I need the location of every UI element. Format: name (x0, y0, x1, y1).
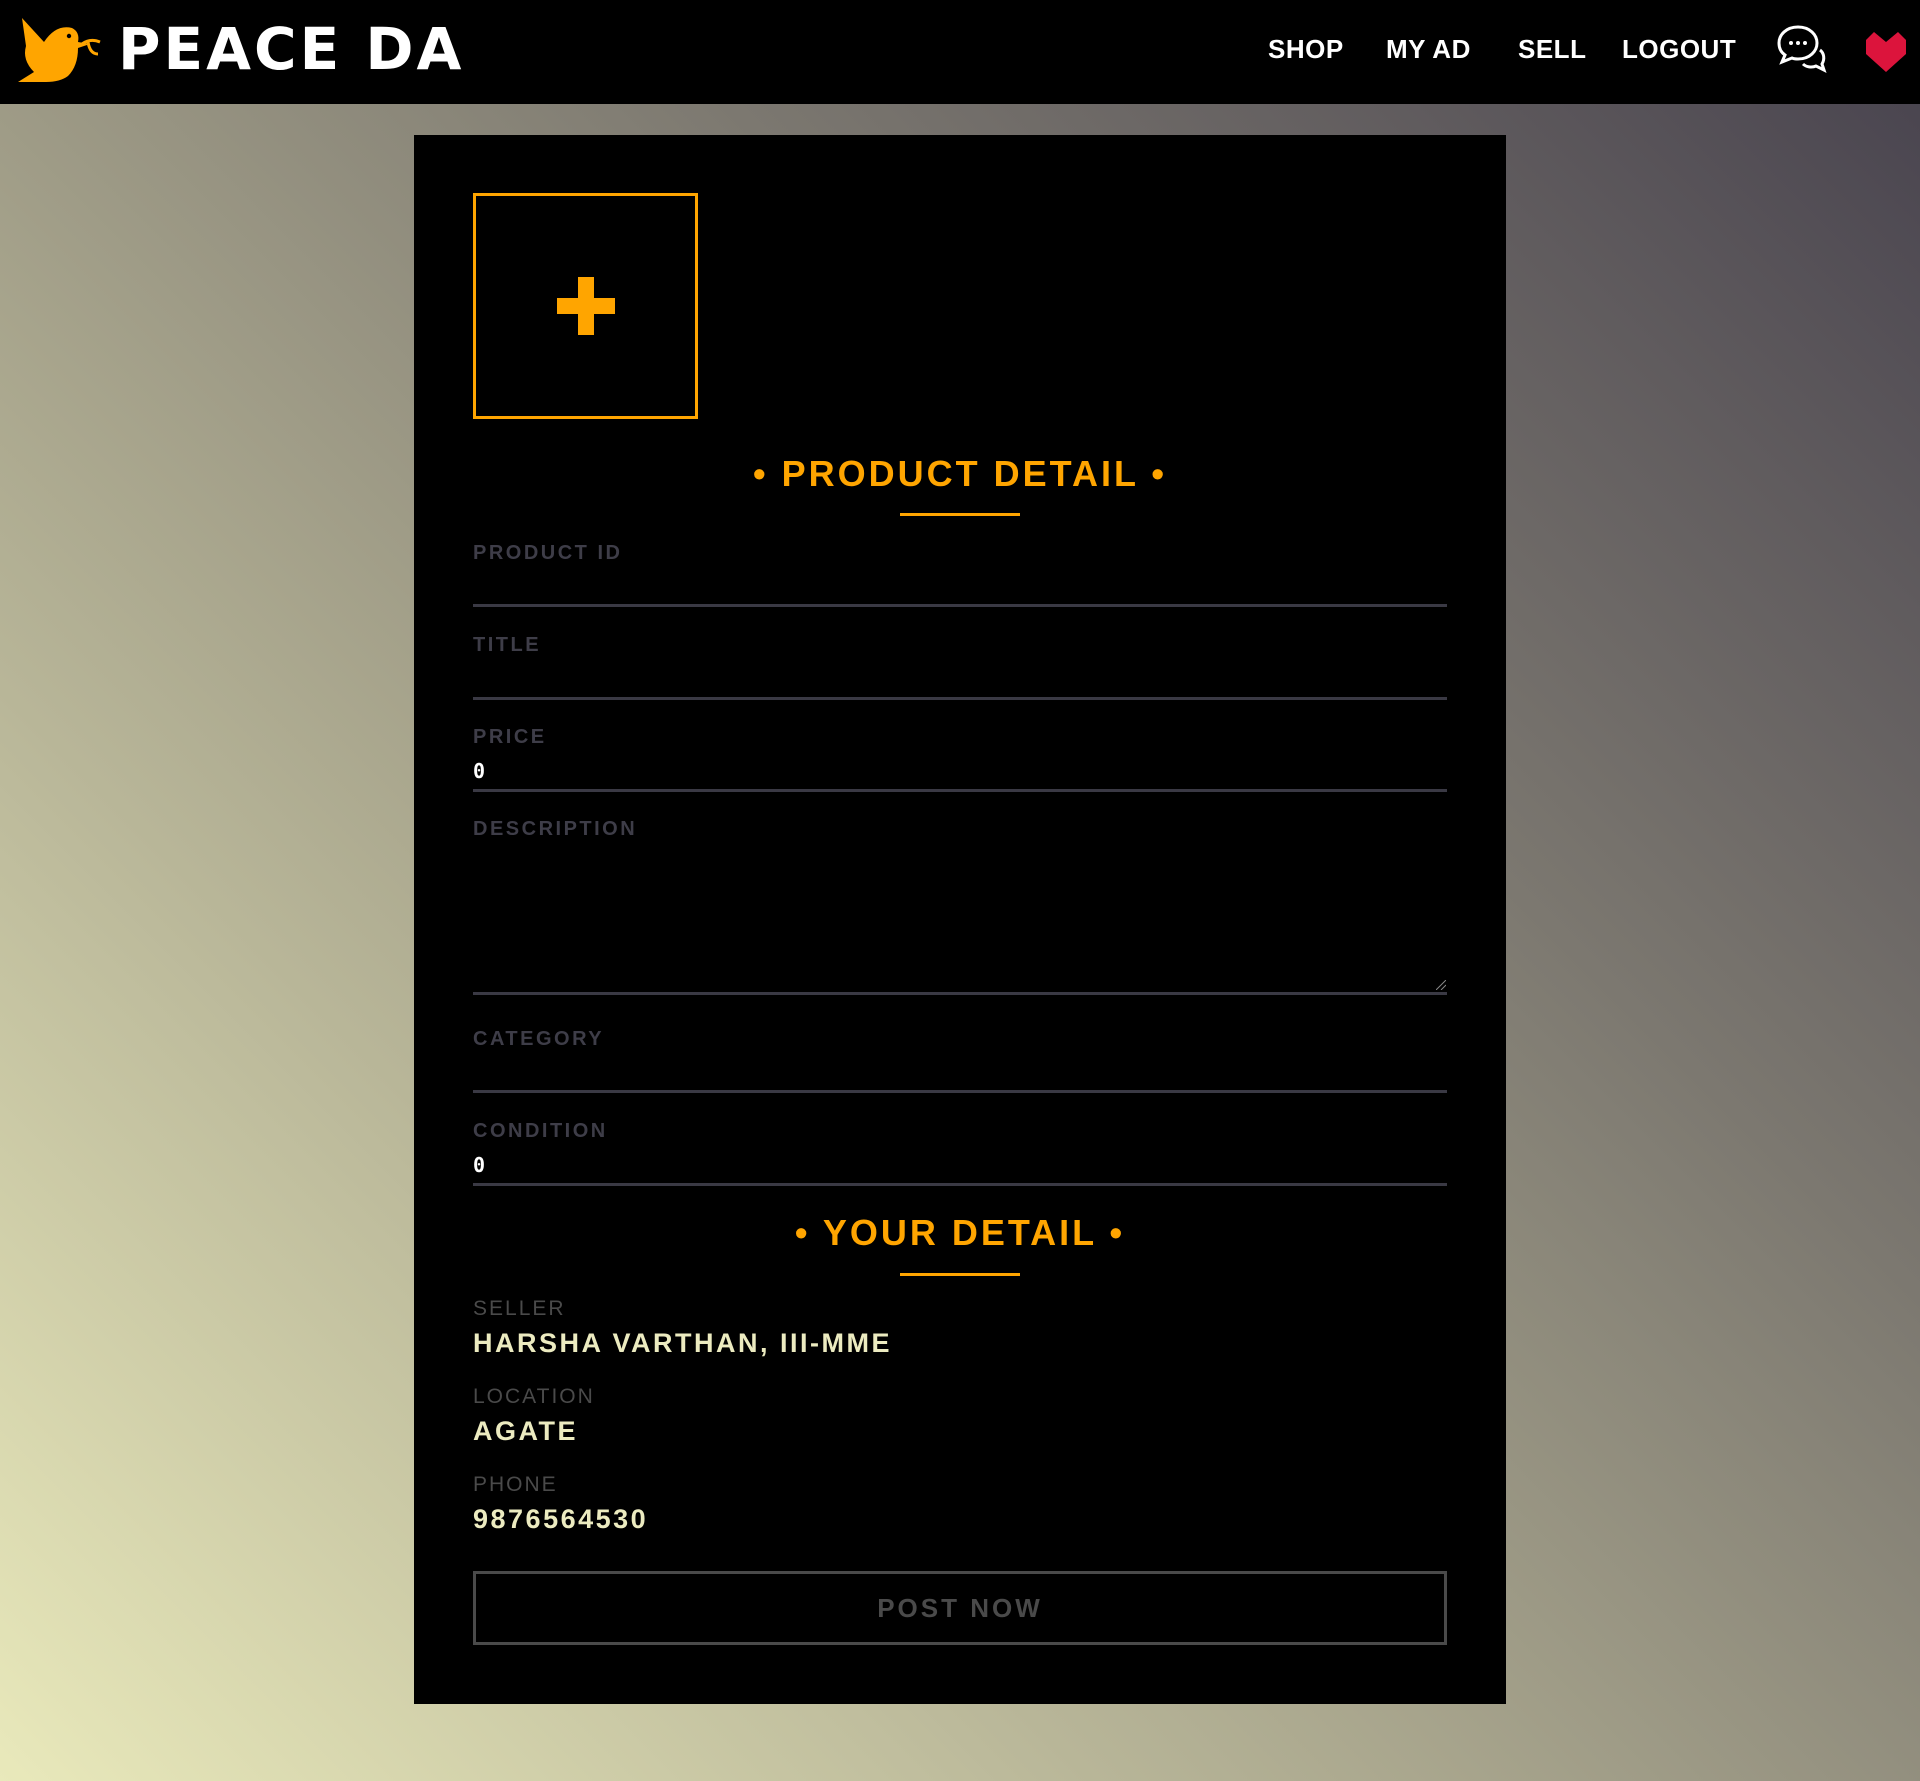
category-label: CATEGORY (473, 1028, 605, 1050)
condition-input-value[interactable]: 0 (473, 1153, 485, 1177)
textarea-resize-handle-icon[interactable] (1436, 980, 1446, 990)
price-input[interactable] (473, 789, 1447, 792)
phone-value: 9876564530 (473, 1504, 649, 1534)
nav-logout[interactable]: LOGOUT (1622, 34, 1736, 65)
location-label: LOCATION (473, 1385, 595, 1408)
description-label: DESCRIPTION (473, 818, 638, 840)
title-label: TITLE (473, 634, 542, 656)
your-detail-heading: • YOUR DETAIL • (794, 1212, 1126, 1253)
price-input-value[interactable]: 0 (473, 759, 485, 783)
image-upload-button[interactable] (473, 193, 698, 419)
dove-icon (18, 18, 101, 82)
title-input[interactable] (473, 697, 1447, 700)
plus-icon (556, 277, 615, 335)
condition-label: CONDITION (473, 1120, 608, 1142)
product-id-input[interactable] (473, 604, 1447, 607)
nav-shop[interactable]: SHOP (1268, 34, 1344, 65)
product-detail-heading: • PRODUCT DETAIL • (753, 453, 1167, 494)
description-textarea[interactable] (473, 992, 1447, 995)
heading-underline (900, 1273, 1020, 1276)
post-now-button[interactable]: POST NOW (473, 1571, 1447, 1645)
product-id-label: PRODUCT ID (473, 542, 623, 564)
nav-my-ad[interactable]: MY AD (1386, 34, 1471, 65)
heart-icon[interactable] (1866, 32, 1906, 72)
heading-underline (900, 513, 1020, 516)
post-ad-form: • PRODUCT DETAIL • PRODUCT ID TITLE PRIC… (414, 135, 1506, 1704)
brand-logo[interactable]: PEACE DA (16, 14, 464, 84)
seller-value: HARSHA VARTHAN, III-MME (473, 1328, 892, 1358)
condition-input[interactable] (473, 1183, 1447, 1186)
brand-name: PEACE DA (118, 15, 465, 83)
location-value: AGATE (473, 1416, 578, 1446)
chat-bubbles-icon[interactable] (1776, 24, 1832, 74)
category-input[interactable] (473, 1090, 1447, 1093)
top-navbar: PEACE DA SHOP MY AD SELL LOGOUT (0, 0, 1920, 104)
phone-label: PHONE (473, 1473, 558, 1496)
seller-label: SELLER (473, 1297, 566, 1320)
price-label: PRICE (473, 726, 547, 748)
nav-sell[interactable]: SELL (1518, 34, 1586, 65)
